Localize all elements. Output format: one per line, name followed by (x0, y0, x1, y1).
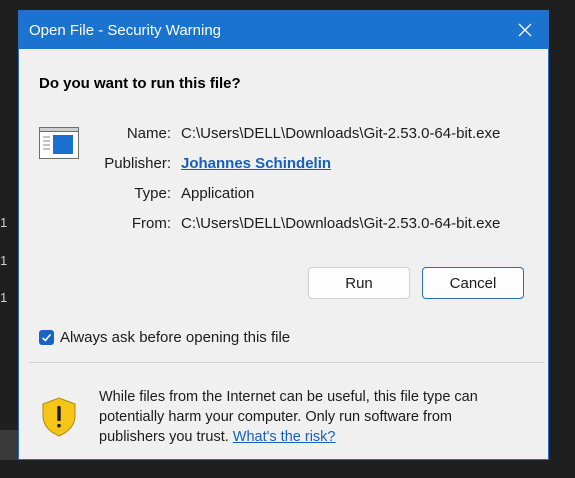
warning-shield-icon (42, 397, 76, 437)
background-mark: 1 (0, 215, 8, 230)
dialog-title: Open File - Security Warning (29, 21, 222, 39)
close-icon (518, 23, 532, 37)
close-button[interactable] (502, 11, 548, 49)
title-bar: Open File - Security Warning (19, 11, 548, 49)
checkmark-icon (41, 333, 52, 342)
always-ask-checkbox[interactable] (39, 330, 54, 345)
application-window-icon (39, 127, 79, 159)
name-row: Name: C:\Users\DELL\Downloads\Git-2.53.0… (79, 125, 501, 142)
from-row: From: C:\Users\DELL\Downloads\Git-2.53.0… (79, 215, 500, 232)
background-mark: 1 (0, 253, 8, 268)
from-value: C:\Users\DELL\Downloads\Git-2.53.0-64-bi… (181, 215, 501, 232)
publisher-row: Publisher: Johannes Schindelin (79, 155, 331, 172)
background-panel (0, 430, 18, 460)
question-heading: Do you want to run this file? (39, 75, 241, 92)
publisher-label: Publisher: (104, 155, 171, 172)
background-mark: 1 (0, 290, 8, 305)
divider (29, 362, 544, 363)
name-value: C:\Users\DELL\Downloads\Git-2.53.0-64-bi… (181, 125, 501, 142)
cancel-button[interactable]: Cancel (422, 267, 524, 299)
type-value: Application (181, 185, 255, 202)
type-label: Type: (134, 185, 171, 202)
name-label: Name: (126, 125, 171, 142)
warning-message: While files from the Internet can be use… (99, 387, 519, 447)
from-label: From: (131, 215, 171, 232)
run-button[interactable]: Run (308, 267, 410, 299)
security-warning-dialog: Open File - Security Warning Do you want… (18, 10, 549, 460)
whats-the-risk-link[interactable]: What's the risk? (233, 429, 336, 445)
type-row: Type: Application (79, 185, 254, 202)
always-ask-label[interactable]: Always ask before opening this file (60, 329, 290, 346)
always-ask-option: Always ask before opening this file (39, 329, 290, 346)
publisher-link[interactable]: Johannes Schindelin (181, 155, 331, 172)
